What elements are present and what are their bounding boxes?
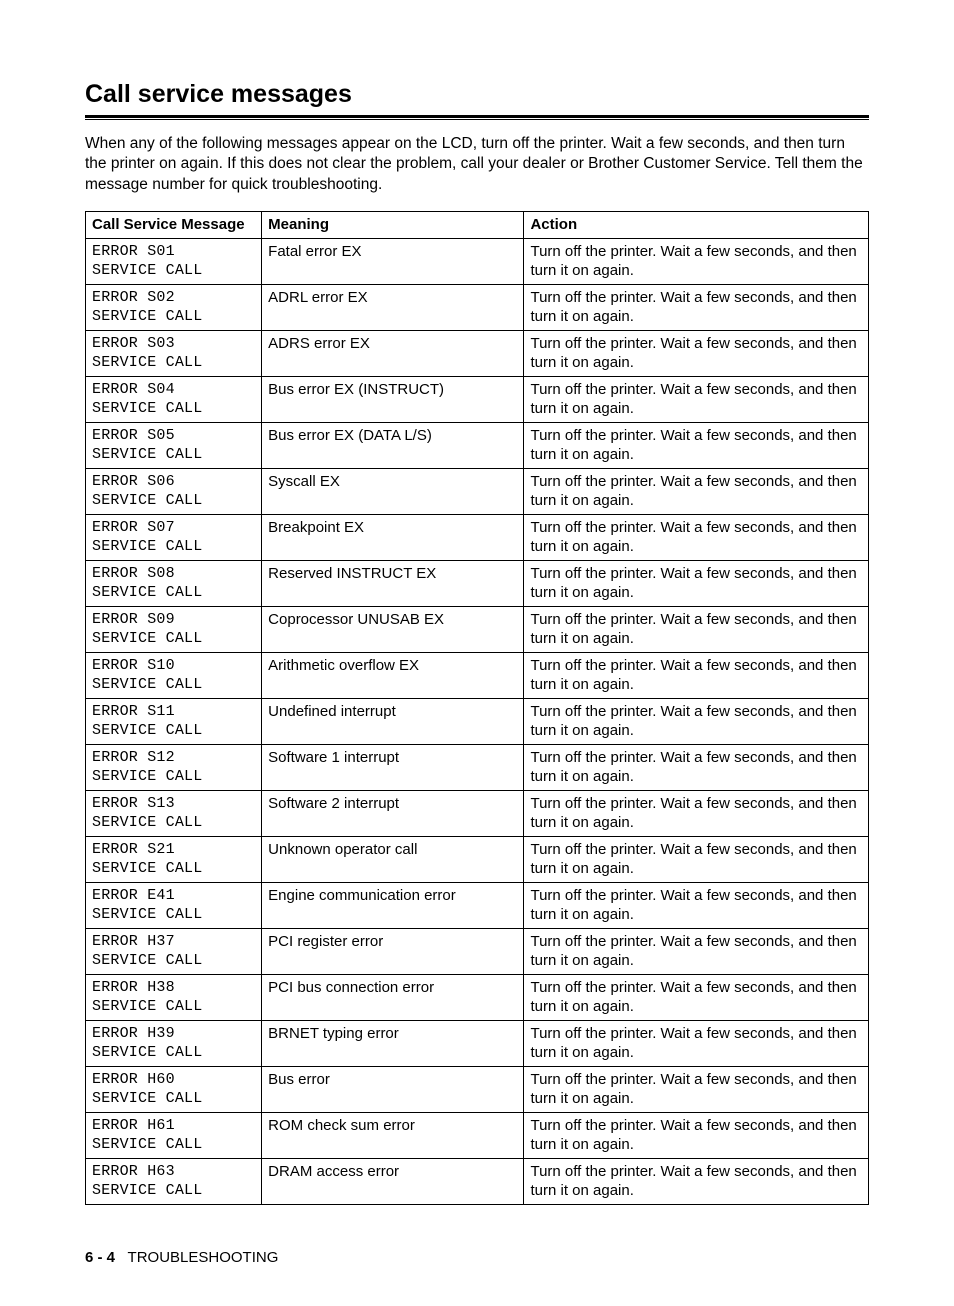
cell-action: Turn off the printer. Wait a few seconds… (524, 284, 869, 330)
cell-action: Turn off the printer. Wait a few seconds… (524, 836, 869, 882)
cell-message: ERROR S12 SERVICE CALL (86, 744, 262, 790)
table-row: ERROR H63 SERVICE CALLDRAM access errorT… (86, 1158, 869, 1204)
cell-meaning: BRNET typing error (262, 1020, 524, 1066)
table-row: ERROR S13 SERVICE CALLSoftware 2 interru… (86, 790, 869, 836)
cell-meaning: Undefined interrupt (262, 698, 524, 744)
heading-rule (85, 115, 869, 120)
table-header-row: Call Service Message Meaning Action (86, 212, 869, 239)
table-row: ERROR S04 SERVICE CALLBus error EX (INST… (86, 376, 869, 422)
cell-message: ERROR S21 SERVICE CALL (86, 836, 262, 882)
cell-action: Turn off the printer. Wait a few seconds… (524, 652, 869, 698)
service-messages-table: Call Service Message Meaning Action ERRO… (85, 211, 869, 1205)
table-row: ERROR H61 SERVICE CALLROM check sum erro… (86, 1112, 869, 1158)
cell-action: Turn off the printer. Wait a few seconds… (524, 1066, 869, 1112)
cell-message: ERROR H61 SERVICE CALL (86, 1112, 262, 1158)
cell-action: Turn off the printer. Wait a few seconds… (524, 1112, 869, 1158)
page-footer: 6 - 4 TROUBLESHOOTING (85, 1249, 869, 1266)
cell-message: ERROR H63 SERVICE CALL (86, 1158, 262, 1204)
cell-message: ERROR S02 SERVICE CALL (86, 284, 262, 330)
cell-action: Turn off the printer. Wait a few seconds… (524, 422, 869, 468)
cell-meaning: Syscall EX (262, 468, 524, 514)
cell-message: ERROR H60 SERVICE CALL (86, 1066, 262, 1112)
cell-action: Turn off the printer. Wait a few seconds… (524, 882, 869, 928)
cell-meaning: DRAM access error (262, 1158, 524, 1204)
cell-meaning: Bus error (262, 1066, 524, 1112)
table-row: ERROR S01 SERVICE CALLFatal error EXTurn… (86, 238, 869, 284)
cell-action: Turn off the printer. Wait a few seconds… (524, 790, 869, 836)
page-number: 6 - 4 (85, 1249, 115, 1266)
table-row: ERROR S06 SERVICE CALLSyscall EXTurn off… (86, 468, 869, 514)
cell-message: ERROR S07 SERVICE CALL (86, 514, 262, 560)
cell-message: ERROR S05 SERVICE CALL (86, 422, 262, 468)
cell-message: ERROR S04 SERVICE CALL (86, 376, 262, 422)
table-row: ERROR S09 SERVICE CALLCoprocessor UNUSAB… (86, 606, 869, 652)
cell-meaning: Breakpoint EX (262, 514, 524, 560)
table-row: ERROR S02 SERVICE CALLADRL error EXTurn … (86, 284, 869, 330)
cell-action: Turn off the printer. Wait a few seconds… (524, 1158, 869, 1204)
cell-action: Turn off the printer. Wait a few seconds… (524, 1020, 869, 1066)
cell-action: Turn off the printer. Wait a few seconds… (524, 974, 869, 1020)
cell-action: Turn off the printer. Wait a few seconds… (524, 238, 869, 284)
cell-message: ERROR S08 SERVICE CALL (86, 560, 262, 606)
cell-message: ERROR E41 SERVICE CALL (86, 882, 262, 928)
intro-paragraph: When any of the following messages appea… (85, 134, 869, 195)
cell-meaning: Bus error EX (DATA L/S) (262, 422, 524, 468)
cell-meaning: Reserved INSTRUCT EX (262, 560, 524, 606)
table-row: ERROR S10 SERVICE CALLArithmetic overflo… (86, 652, 869, 698)
cell-meaning: Coprocessor UNUSAB EX (262, 606, 524, 652)
cell-action: Turn off the printer. Wait a few seconds… (524, 560, 869, 606)
table-row: ERROR S12 SERVICE CALLSoftware 1 interru… (86, 744, 869, 790)
cell-message: ERROR H37 SERVICE CALL (86, 928, 262, 974)
cell-meaning: Fatal error EX (262, 238, 524, 284)
col-header-message: Call Service Message (86, 212, 262, 239)
cell-message: ERROR S10 SERVICE CALL (86, 652, 262, 698)
table-row: ERROR H38 SERVICE CALLPCI bus connection… (86, 974, 869, 1020)
cell-action: Turn off the printer. Wait a few seconds… (524, 606, 869, 652)
footer-section: TROUBLESHOOTING (128, 1249, 279, 1266)
table-row: ERROR H39 SERVICE CALLBRNET typing error… (86, 1020, 869, 1066)
cell-meaning: ADRS error EX (262, 330, 524, 376)
cell-action: Turn off the printer. Wait a few seconds… (524, 514, 869, 560)
cell-message: ERROR S09 SERVICE CALL (86, 606, 262, 652)
cell-action: Turn off the printer. Wait a few seconds… (524, 744, 869, 790)
cell-meaning: Engine communication error (262, 882, 524, 928)
cell-action: Turn off the printer. Wait a few seconds… (524, 330, 869, 376)
table-row: ERROR S21 SERVICE CALLUnknown operator c… (86, 836, 869, 882)
table-row: ERROR H60 SERVICE CALLBus errorTurn off … (86, 1066, 869, 1112)
cell-meaning: Unknown operator call (262, 836, 524, 882)
cell-meaning: ADRL error EX (262, 284, 524, 330)
cell-message: ERROR S13 SERVICE CALL (86, 790, 262, 836)
cell-action: Turn off the printer. Wait a few seconds… (524, 698, 869, 744)
table-row: ERROR S07 SERVICE CALLBreakpoint EXTurn … (86, 514, 869, 560)
cell-action: Turn off the printer. Wait a few seconds… (524, 928, 869, 974)
table-row: ERROR E41 SERVICE CALLEngine communicati… (86, 882, 869, 928)
cell-action: Turn off the printer. Wait a few seconds… (524, 376, 869, 422)
cell-message: ERROR S11 SERVICE CALL (86, 698, 262, 744)
cell-message: ERROR H38 SERVICE CALL (86, 974, 262, 1020)
cell-message: ERROR S03 SERVICE CALL (86, 330, 262, 376)
cell-meaning: Software 1 interrupt (262, 744, 524, 790)
cell-message: ERROR S06 SERVICE CALL (86, 468, 262, 514)
cell-message: ERROR H39 SERVICE CALL (86, 1020, 262, 1066)
table-row: ERROR S11 SERVICE CALLUndefined interrup… (86, 698, 869, 744)
section-heading: Call service messages (85, 80, 869, 111)
table-row: ERROR S08 SERVICE CALLReserved INSTRUCT … (86, 560, 869, 606)
cell-meaning: PCI bus connection error (262, 974, 524, 1020)
table-row: ERROR H37 SERVICE CALLPCI register error… (86, 928, 869, 974)
cell-meaning: Bus error EX (INSTRUCT) (262, 376, 524, 422)
cell-meaning: ROM check sum error (262, 1112, 524, 1158)
cell-action: Turn off the printer. Wait a few seconds… (524, 468, 869, 514)
cell-message: ERROR S01 SERVICE CALL (86, 238, 262, 284)
col-header-meaning: Meaning (262, 212, 524, 239)
table-row: ERROR S05 SERVICE CALLBus error EX (DATA… (86, 422, 869, 468)
cell-meaning: Arithmetic overflow EX (262, 652, 524, 698)
table-row: ERROR S03 SERVICE CALLADRS error EXTurn … (86, 330, 869, 376)
cell-meaning: Software 2 interrupt (262, 790, 524, 836)
col-header-action: Action (524, 212, 869, 239)
cell-meaning: PCI register error (262, 928, 524, 974)
